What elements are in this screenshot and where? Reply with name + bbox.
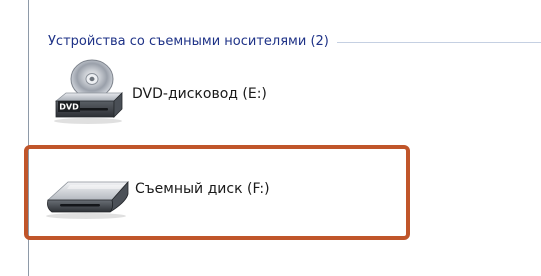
- group-header[interactable]: Устройства со съемными носителями (2): [48, 33, 541, 51]
- group-separator-line: [336, 42, 541, 43]
- dvd-drive-icon: DVD: [54, 59, 123, 124]
- dvd-badge-text: DVD: [59, 103, 79, 112]
- device-label-dvd: DVD-дисковод (E:): [132, 86, 267, 102]
- highlight-frame: [24, 145, 410, 240]
- explorer-pane: Устройства со съемными носителями (2) DV…: [0, 0, 541, 276]
- group-title: Устройства со съемными носителями (2): [48, 34, 329, 49]
- device-dvd-drive[interactable]: DVD DVD-дисковод (E:): [48, 57, 267, 131]
